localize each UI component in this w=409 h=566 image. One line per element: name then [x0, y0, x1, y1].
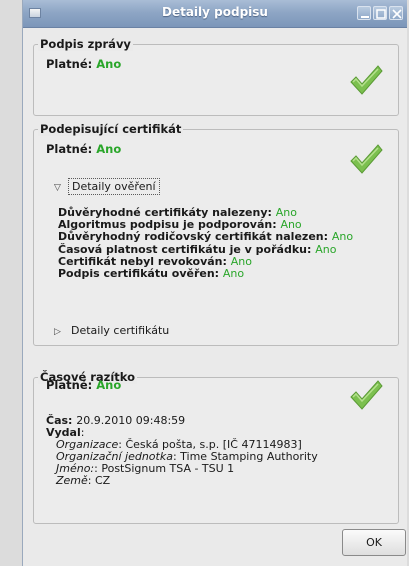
issuer-line: Země: CZ — [56, 474, 111, 487]
certificate-details-label: Detaily certifikátu — [71, 324, 170, 337]
valid-label: Platné: — [46, 378, 93, 392]
issuer-details: Organizace: Česká pošta, s.p. [IČ 471149… — [46, 439, 318, 487]
maximize-button[interactable] — [373, 6, 387, 20]
valid-value: Ano — [96, 142, 122, 156]
signing-certificate-group: Podepisující certifikát Platné: Ano ▽ Det… — [33, 122, 399, 346]
verification-details-expander[interactable]: ▽ Detaily ověření — [54, 178, 160, 195]
valid-value: Ano — [96, 57, 122, 71]
triangle-down-icon: ▽ — [54, 183, 61, 193]
valid-value: Ano — [96, 378, 122, 392]
message-signature-heading: Podpis zprávy — [38, 37, 133, 51]
time-row: Čas: 20.9.2010 09:48:59 — [46, 414, 186, 427]
message-signature-validity: Platné: Ano — [46, 57, 121, 71]
maximize-icon — [376, 9, 386, 19]
close-icon — [392, 9, 402, 19]
timestamp-validity: Platné: Ano — [46, 378, 121, 392]
valid-label: Platné: — [46, 57, 93, 71]
triangle-right-icon: ▷ — [54, 327, 61, 337]
ok-button[interactable]: OK — [342, 529, 406, 556]
minimize-button[interactable] — [357, 6, 371, 20]
title-bar[interactable]: Detaily podpisu — [23, 0, 407, 28]
checkmark-icon — [350, 65, 383, 95]
checkmark-icon — [350, 144, 383, 174]
window-title: Detaily podpisu — [162, 5, 268, 19]
message-signature-group: Podpis zprávy Platné: Ano — [33, 37, 399, 116]
valid-label: Platné: — [46, 142, 93, 156]
close-button[interactable] — [389, 6, 403, 20]
timestamp-group: Časové razítko Platné: Ano Čas: 20.9.201… — [33, 370, 399, 524]
timestamp-info: Čas: 20.9.2010 09:48:59 Vydal: Organizac… — [46, 415, 318, 487]
signature-details-window: Detaily podpisu Podpis zprávy Platné: An… — [22, 0, 407, 566]
signing-certificate-validity: Platné: Ano — [46, 142, 121, 156]
signing-certificate-heading: Podepisující certifikát — [38, 122, 184, 136]
certificate-details-expander[interactable]: ▷ Detaily certifikátu — [54, 324, 172, 337]
time-value: 20.9.2010 09:48:59 — [76, 414, 186, 427]
verification-details-label: Detaily ověření — [68, 178, 160, 195]
checkmark-icon — [350, 380, 383, 410]
minimize-icon — [361, 16, 369, 18]
check-row: Podpis certifikátu ověřen: Ano — [58, 267, 245, 281]
verification-checks-list: Důvěryhodné certifikáty nalezeny: Ano Al… — [58, 206, 353, 281]
